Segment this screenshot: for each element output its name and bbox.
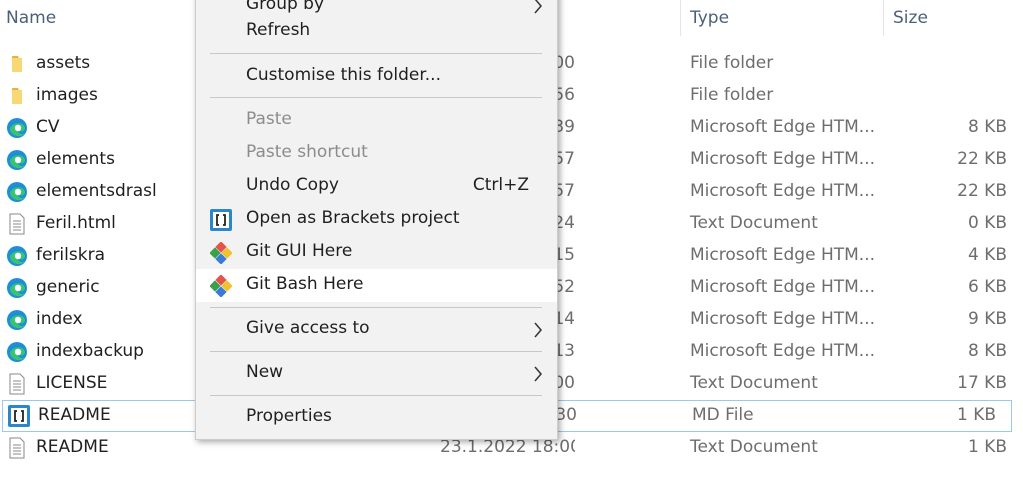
file-name: assets [36,53,91,73]
edge-icon [6,341,28,363]
menu-item-undo-copy[interactable]: Undo Copy Ctrl+Z [196,170,557,203]
text-file-icon [6,437,28,459]
menu-item-refresh[interactable]: Refresh [196,15,557,48]
menu-separator [210,97,542,98]
file-type: MD File [692,405,754,425]
file-type: Microsoft Edge HTM... [690,245,875,265]
file-name: Feril.html [36,213,116,233]
edge-icon [6,245,28,267]
menu-item-customise[interactable]: Customise this folder... [196,60,557,93]
file-size: 17 KB [957,373,1007,393]
file-name: elementsdrasl [36,181,157,201]
menu-separator [210,395,542,396]
file-type: Text Document [690,437,818,457]
file-size: 22 KB [957,181,1007,201]
file-type: File folder [690,53,774,73]
file-type: Text Document [690,373,818,393]
menu-item-label: Customise this folder... [246,65,441,85]
menu-item-label: Undo Copy [246,175,339,195]
menu-item-label: Git Bash Here [246,274,364,294]
menu-item-label: Give access to [246,318,370,338]
file-size: 0 KB [967,213,1007,233]
edge-icon [6,117,28,139]
edge-icon [6,181,28,203]
file-date: 23.1.2022 18:00 [440,437,575,457]
menu-item-properties[interactable]: Properties [196,401,557,434]
menu-item-label: Refresh [246,20,311,40]
file-name: index [36,309,83,329]
folder-icon [6,85,28,107]
column-size[interactable]: Size [893,8,928,28]
file-name: indexbackup [36,341,144,361]
menu-item-paste: Paste [196,104,557,137]
file-size: 9 KB [967,309,1007,329]
file-name: ferilskra [36,245,105,265]
file-type: Microsoft Edge HTM... [690,309,875,329]
menu-item-label: Properties [246,406,332,426]
file-type: Microsoft Edge HTM... [690,277,875,297]
file-size: 8 KB [967,341,1007,361]
menu-item-label: Paste shortcut [246,142,368,162]
menu-item-open-brackets[interactable]: Open as Brackets project [196,203,557,236]
file-size: 6 KB [967,277,1007,297]
text-file-icon [6,373,28,395]
git-bash-icon [210,275,232,297]
file-size: 1 KB [967,437,1007,457]
file-name: README [36,437,109,457]
shortcut-label: Ctrl+Z [472,175,529,195]
folder-icon [6,53,28,75]
menu-item-label: Git GUI Here [246,241,353,261]
file-type: File folder [690,85,774,105]
menu-item-label: Open as Brackets project [246,208,460,228]
menu-item-label: Group by [246,0,325,14]
file-type: Microsoft Edge HTM... [690,149,875,169]
menu-item-git-bash[interactable]: Git Bash Here [196,269,557,302]
menu-separator [210,351,542,352]
column-name[interactable]: Name [6,8,56,28]
menu-item-give-access[interactable]: Give access to [196,313,557,346]
menu-item-git-gui[interactable]: Git GUI Here [196,236,557,269]
file-size: 4 KB [967,245,1007,265]
edge-icon [6,149,28,171]
file-size: 1 KB [956,405,996,425]
git-gui-icon [210,242,232,264]
file-name: CV [36,117,60,137]
brackets-icon [8,405,30,427]
file-size: 22 KB [957,149,1007,169]
file-type: Text Document [690,213,818,233]
edge-icon [6,309,28,331]
file-name: README [38,405,111,425]
chevron-right-icon [534,366,542,382]
brackets-icon [210,209,232,231]
edge-icon [6,277,28,299]
context-menu: Group by Refresh Customise this folder..… [195,0,558,440]
chevron-right-icon [534,322,542,338]
file-name: images [36,85,98,105]
menu-item-label: Paste [246,109,292,129]
file-name: LICENSE [36,373,108,393]
file-name: elements [36,149,115,169]
column-type[interactable]: Type [690,8,729,28]
menu-item-paste-shortcut: Paste shortcut [196,137,557,170]
file-size: 8 KB [967,117,1007,137]
column-divider[interactable] [883,0,884,36]
menu-separator [210,53,542,54]
menu-item-new[interactable]: New [196,357,557,390]
chevron-right-icon [534,0,542,14]
menu-separator [210,307,542,308]
column-divider[interactable] [680,0,681,36]
file-type: Microsoft Edge HTM... [690,181,875,201]
file-name: generic [36,277,100,297]
menu-item-label: New [246,362,284,382]
text-file-icon [6,213,28,235]
file-type: Microsoft Edge HTM... [690,117,875,137]
file-type: Microsoft Edge HTM... [690,341,875,361]
